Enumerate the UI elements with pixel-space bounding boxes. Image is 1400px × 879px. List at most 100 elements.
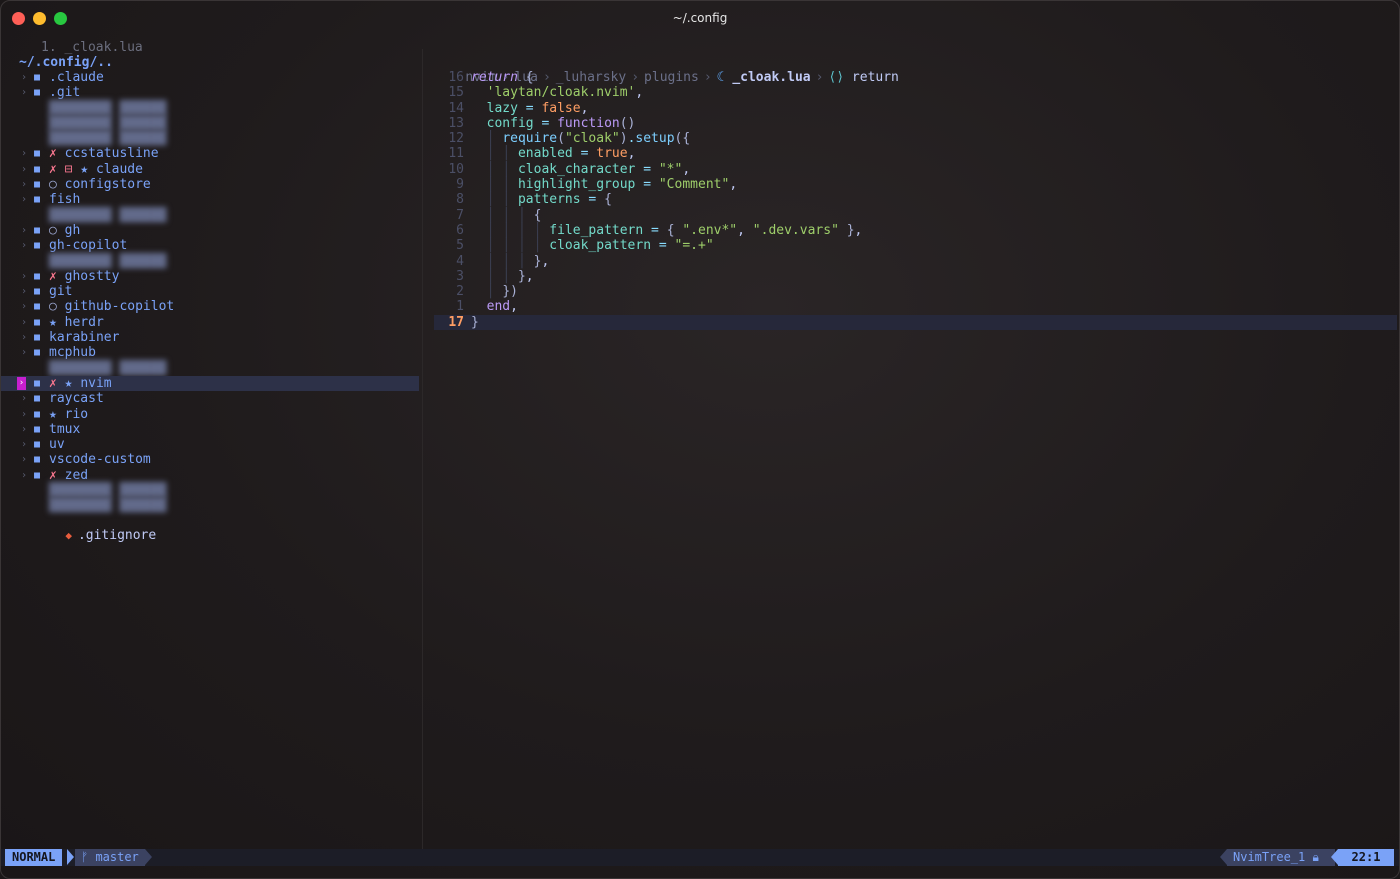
code-line[interactable]: 14 lazy = false, <box>434 101 1397 116</box>
code-line[interactable]: 9 │ │ highlight_group = "Comment", <box>434 177 1397 192</box>
tree-row[interactable]: › ■ ✗ ghostty <box>1 269 421 284</box>
line-number: 14 <box>448 100 464 116</box>
code-line[interactable]: 4 │ │ │ }, <box>434 254 1397 269</box>
code-line[interactable]: 12 │ require("cloak").setup({ <box>434 131 1397 146</box>
chevron-right-icon[interactable]: › <box>21 192 27 207</box>
chevron-right-icon[interactable]: › <box>21 422 27 437</box>
code-line[interactable]: 1 end, <box>434 299 1397 314</box>
chevron-right-icon[interactable]: › <box>21 238 27 253</box>
tree-row[interactable]: › ■ raycast <box>1 391 421 406</box>
tree-row[interactable]: › ■ uv <box>1 437 421 452</box>
line-number: 13 <box>448 115 464 131</box>
tree-row-label: .git <box>49 85 81 101</box>
tree-row[interactable]: › ■ gh-copilot <box>1 238 421 253</box>
folder-icon: ■ <box>34 408 41 420</box>
tree-row[interactable]: › ■ ○ gh <box>1 223 421 238</box>
code-line[interactable]: 16 return { <box>434 70 1397 85</box>
tree-row[interactable]: ████████ ██████ <box>1 116 421 131</box>
tree-row-label: ████████ ██████ <box>49 131 167 147</box>
code-line[interactable]: 5 │ │ │ │ cloak_pattern = "=.+" <box>434 238 1397 253</box>
chevron-right-icon[interactable]: › <box>21 162 27 177</box>
current-code-line[interactable]: 17} <box>434 314 1397 331</box>
code-line[interactable]: 6 │ │ │ │ file_pattern = { ".env*", ".de… <box>434 223 1397 238</box>
branch-separator <box>145 849 152 865</box>
chevron-right-icon[interactable]: › <box>21 85 27 100</box>
tree-row[interactable]: › ■ .git <box>1 85 421 100</box>
tree-row-label: ████████ ██████ <box>49 115 167 131</box>
folder-icon: ■ <box>34 87 41 99</box>
git-status-icon: ✗ <box>49 467 57 483</box>
chevron-right-icon[interactable]: › <box>21 269 27 284</box>
tree-row[interactable]: › ■ vscode-custom <box>1 452 421 467</box>
tree-row[interactable]: › ■ ○ configstore <box>1 177 421 192</box>
window-title: ~/.config <box>672 11 728 25</box>
tree-row[interactable]: › ■ ★ herdr <box>1 315 421 330</box>
window-divider[interactable] <box>422 49 423 849</box>
folder-icon: ■ <box>34 240 41 252</box>
tree-row[interactable]: ████████ ██████ <box>1 101 421 116</box>
git-status-icon: ○ <box>49 177 57 193</box>
chevron-right-icon[interactable]: › <box>21 223 27 238</box>
code-editor[interactable]: 16 return { 15 'laytan/cloak.nvim', 14 la… <box>434 70 1397 331</box>
tree-row-label: ★ herdr <box>49 314 104 330</box>
code-line[interactable]: 2 │ }) <box>434 284 1397 299</box>
buffer-line[interactable]: 1. _cloak.lua <box>41 40 143 55</box>
chevron-right-icon[interactable]: › <box>21 437 27 452</box>
tree-row[interactable]: ████████ ██████ <box>1 361 421 376</box>
line-number: 7 <box>456 207 464 223</box>
tree-row[interactable]: ████████ ██████ <box>1 498 421 513</box>
filetype-indicator: NvimTree_1 🔒︎ <box>1227 849 1335 866</box>
tree-row[interactable]: ████████ ██████ <box>1 208 421 223</box>
chevron-right-icon[interactable]: › <box>21 315 27 330</box>
tree-row[interactable]: › ■ ✗ ⊟ ★ claude <box>1 162 421 177</box>
chevron-right-icon[interactable]: › <box>21 391 27 406</box>
chevron-right-icon[interactable]: › <box>21 177 27 192</box>
tree-row-label: git <box>49 284 73 300</box>
tree-row[interactable]: › ■ git <box>1 284 421 299</box>
code-line[interactable]: 8 │ │ patterns = { <box>434 192 1397 207</box>
folder-icon: ■ <box>34 469 41 481</box>
code-line[interactable]: 11 │ │ enabled = true, <box>434 146 1397 161</box>
git-status-icon: ✗ <box>49 268 57 284</box>
cursor-icon: › <box>17 376 26 390</box>
code-line[interactable]: 15 'laytan/cloak.nvim', <box>434 85 1397 100</box>
code-line[interactable]: 13 config = function() <box>434 116 1397 131</box>
tree-row[interactable]: › ■ karabiner <box>1 330 421 345</box>
tree-row[interactable]: ████████ ██████ <box>1 254 421 269</box>
chevron-right-icon[interactable]: › <box>21 299 27 314</box>
lock-icon: 🔒︎ <box>1312 850 1319 864</box>
chevron-right-icon[interactable]: › <box>21 468 27 483</box>
chevron-right-icon[interactable]: › <box>21 345 27 360</box>
tree-root-path[interactable]: ~/.config/.. <box>19 55 113 70</box>
tree-row-label: ████████ ██████ <box>49 207 167 223</box>
tree-row[interactable]: › ■ ★ rio <box>1 407 421 422</box>
tree-row[interactable]: › ■ tmux <box>1 422 421 437</box>
folder-icon: ■ <box>34 72 41 83</box>
code-line[interactable]: 7 │ │ │ { <box>434 208 1397 223</box>
tree-row[interactable]: › ■ mcphub <box>1 345 421 360</box>
tree-row[interactable]: › ■ ○ github-copilot <box>1 299 421 314</box>
tree-row[interactable]: › ■ .claude <box>1 70 421 85</box>
tree-file-gitignore[interactable]: ◆ .gitignore <box>34 513 156 543</box>
tree-row[interactable]: ████████ ██████ <box>1 131 421 146</box>
chevron-right-icon[interactable]: › <box>21 146 27 161</box>
code-line[interactable]: 10 │ │ cloak_character = "*", <box>434 162 1397 177</box>
chevron-right-icon[interactable]: › <box>21 407 27 422</box>
line-number: 17 <box>448 314 464 330</box>
position-separator <box>1331 849 1338 865</box>
tree-row-selected[interactable]: › ■ ✗ ★ nvim <box>1 375 419 392</box>
terminal-window: ~/.config 1. _cloak.lua ~/.config/.. › ■.… <box>0 0 1400 879</box>
folder-icon: ■ <box>34 377 41 389</box>
chevron-right-icon[interactable]: › <box>21 452 27 467</box>
chevron-right-icon[interactable]: › <box>21 284 27 299</box>
cursor-position: 22:1 <box>1338 849 1394 866</box>
code-line[interactable]: 3 │ │ }, <box>434 269 1397 284</box>
tree-row[interactable]: › ■ ✗ ccstatusline <box>1 146 421 161</box>
chevron-right-icon[interactable]: › <box>21 330 27 345</box>
tree-row[interactable]: › ■ fish <box>1 192 421 207</box>
folder-icon: ■ <box>34 194 41 206</box>
tree-row-label: ████████ ██████ <box>49 253 167 269</box>
tree-row[interactable]: ████████ ██████ <box>1 483 421 498</box>
tree-row[interactable]: › ■ ✗ zed <box>1 468 421 483</box>
chevron-right-icon[interactable]: › <box>21 70 27 85</box>
